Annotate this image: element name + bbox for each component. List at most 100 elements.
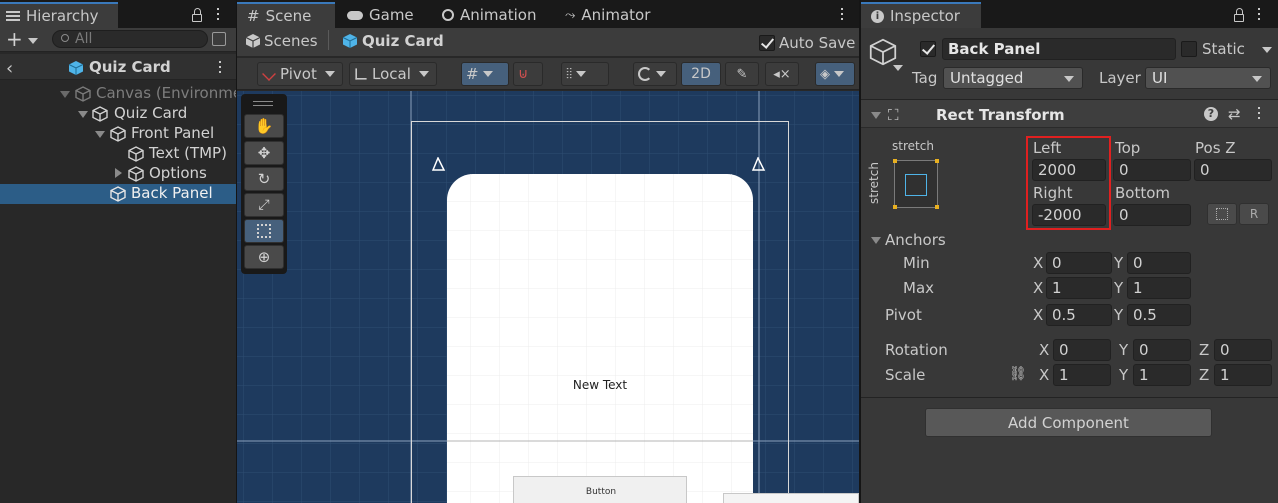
effects-button[interactable]: ◈	[815, 62, 855, 86]
object-name-input[interactable]: Back Panel	[942, 38, 1176, 60]
move-tool-button[interactable]: ✥	[244, 141, 284, 165]
breadcrumb-quiz-card[interactable]: Quiz Card	[362, 32, 444, 50]
panel-splitter-right[interactable]	[859, 0, 861, 503]
grid-visibility-button[interactable]: ⦙⦙	[561, 62, 609, 86]
component-menu-icon[interactable]	[1257, 107, 1261, 121]
tab-animator[interactable]: ⤳ Animator	[555, 2, 660, 28]
axis-x-label: X	[1039, 366, 1050, 384]
lock-icon[interactable]	[192, 8, 202, 22]
anchor-max-y-input[interactable]: 1	[1127, 277, 1191, 299]
expand-arrow-icon[interactable]	[95, 131, 105, 138]
right-input[interactable]: -2000	[1032, 204, 1106, 226]
canvas-button[interactable]: Button	[513, 476, 687, 503]
static-dropdown-icon[interactable]	[1262, 47, 1272, 53]
hand-tool-button[interactable]: ✋	[244, 114, 284, 138]
anchor-corner-icon	[893, 205, 897, 209]
tab-inspector[interactable]: i Inspector	[861, 2, 981, 28]
tree-item-canvas[interactable]: Canvas (Environme	[0, 84, 242, 104]
posz-input[interactable]: 0	[1194, 159, 1272, 181]
static-checkbox[interactable]	[1181, 41, 1197, 57]
panel-splitter-left[interactable]	[236, 0, 237, 503]
inspector-menu-icon[interactable]	[1257, 8, 1261, 22]
anchor-h-label: stretch	[892, 139, 934, 153]
chevron-down-icon	[418, 71, 429, 77]
pivot-dropdown[interactable]: Pivot	[257, 62, 343, 86]
anchor-min-y-input[interactable]: 0	[1127, 252, 1191, 274]
back-panel-card[interactable]: New Text Button	[447, 174, 753, 503]
layer-dropdown[interactable]: UI	[1145, 67, 1271, 89]
gameobject-icon	[92, 106, 108, 122]
constrain-proportions-icon[interactable]: ⛓	[1009, 366, 1027, 382]
scale-x-input[interactable]: 1	[1053, 364, 1111, 386]
tree-item-quiz-card[interactable]: Quiz Card	[0, 104, 236, 124]
add-dropdown-icon[interactable]	[28, 38, 38, 44]
mode-2d-button[interactable]: 2D	[681, 62, 721, 86]
more-options-icon[interactable]	[216, 8, 220, 22]
bottom-input[interactable]: 0	[1113, 204, 1191, 226]
rotation-z-input[interactable]: 0	[1214, 339, 1272, 361]
tools-overlay: ✋ ✥ ↻ ⤢ ⊕	[241, 94, 287, 274]
anchor-max-x-input[interactable]: 1	[1046, 277, 1112, 299]
snap-increment-button[interactable]: ⊍	[513, 62, 543, 86]
anchor-min-x-input[interactable]: 0	[1046, 252, 1112, 274]
expand-arrow-icon[interactable]	[78, 111, 88, 118]
grid-snap-button[interactable]: #	[461, 62, 509, 86]
local-dropdown[interactable]: Local	[349, 62, 437, 86]
expand-arrow-icon[interactable]	[60, 91, 70, 98]
rotation-y-input[interactable]: 0	[1133, 339, 1191, 361]
scene-menu-icon[interactable]	[840, 8, 844, 22]
overlay-drag-handle[interactable]	[253, 101, 273, 106]
tree-item-text-tmp[interactable]: Text (TMP)	[0, 144, 236, 164]
add-icon[interactable]: +	[6, 29, 23, 49]
scale-tool-button[interactable]: ⤢	[244, 193, 284, 217]
raw-edit-button[interactable]: R	[1239, 203, 1269, 225]
add-component-button[interactable]: Add Component	[925, 408, 1212, 437]
tree-item-front-panel[interactable]: Front Panel	[0, 124, 236, 144]
tab-game[interactable]: Game	[337, 2, 424, 28]
tree-item-back-panel[interactable]: Back Panel	[0, 184, 236, 204]
active-checkbox[interactable]	[920, 41, 936, 57]
breadcrumb-menu-icon[interactable]	[218, 61, 222, 75]
anchors-foldout-icon[interactable]	[871, 237, 881, 244]
pivot-x-input[interactable]: 0.5	[1046, 304, 1112, 326]
scale-z-input[interactable]: 1	[1214, 364, 1272, 386]
lighting-button[interactable]: ✎	[725, 62, 759, 86]
tab-scene[interactable]: # Scene	[237, 2, 335, 28]
scene-viewport[interactable]: New Text Button ✋ ✥ ↻ ⤢ ⊕	[237, 91, 859, 503]
anchor-handle-right[interactable]	[751, 157, 767, 173]
lock-icon[interactable]	[1234, 8, 1244, 22]
hierarchy-breadcrumb-label[interactable]: Quiz Card	[89, 58, 171, 76]
tab-hierarchy[interactable]: Hierarchy	[0, 2, 118, 28]
rotate-tool-button[interactable]: ↻	[244, 167, 284, 191]
tree-item-options[interactable]: Options	[0, 164, 236, 184]
top-input[interactable]: 0	[1113, 159, 1191, 181]
collapse-arrow-icon[interactable]	[115, 168, 122, 178]
back-icon[interactable]: ‹	[6, 58, 13, 79]
preset-icon[interactable]: ⇄	[1228, 105, 1241, 123]
tab-animation[interactable]: Animation	[432, 2, 546, 28]
blueprint-mode-button[interactable]	[1207, 203, 1237, 225]
left-input[interactable]: 2000	[1032, 159, 1106, 181]
audio-button[interactable]: ◂×	[765, 62, 799, 86]
foldout-arrow-icon[interactable]	[871, 112, 881, 119]
scene-search-icon[interactable]	[212, 32, 226, 46]
scale-y-input[interactable]: 1	[1133, 364, 1191, 386]
breadcrumb-scenes[interactable]: Scenes	[264, 32, 318, 50]
tag-dropdown[interactable]: Untagged	[943, 67, 1083, 89]
anchor-min-x-value: 0	[1052, 254, 1062, 272]
rotation-x-input[interactable]: 0	[1053, 339, 1111, 361]
pivot-x-value: 0.5	[1052, 306, 1076, 324]
anchor-handle-left[interactable]	[431, 157, 447, 173]
pivot-y-input[interactable]: 0.5	[1127, 304, 1191, 326]
auto-save-checkbox[interactable]	[759, 35, 775, 51]
icon-dropdown-icon[interactable]	[893, 65, 903, 71]
search-input[interactable]: All	[52, 30, 208, 48]
rect-tool-button[interactable]	[244, 219, 284, 243]
anchors-label[interactable]: Anchors	[885, 231, 946, 249]
draw-mode-button[interactable]	[633, 62, 677, 86]
grid-lines-icon: ⦙⦙	[566, 66, 573, 82]
anchor-presets-button[interactable]	[893, 159, 939, 209]
transform-tool-button[interactable]: ⊕	[244, 245, 284, 269]
help-icon[interactable]: ?	[1204, 107, 1218, 121]
tab-animation-label: Animation	[460, 6, 537, 24]
